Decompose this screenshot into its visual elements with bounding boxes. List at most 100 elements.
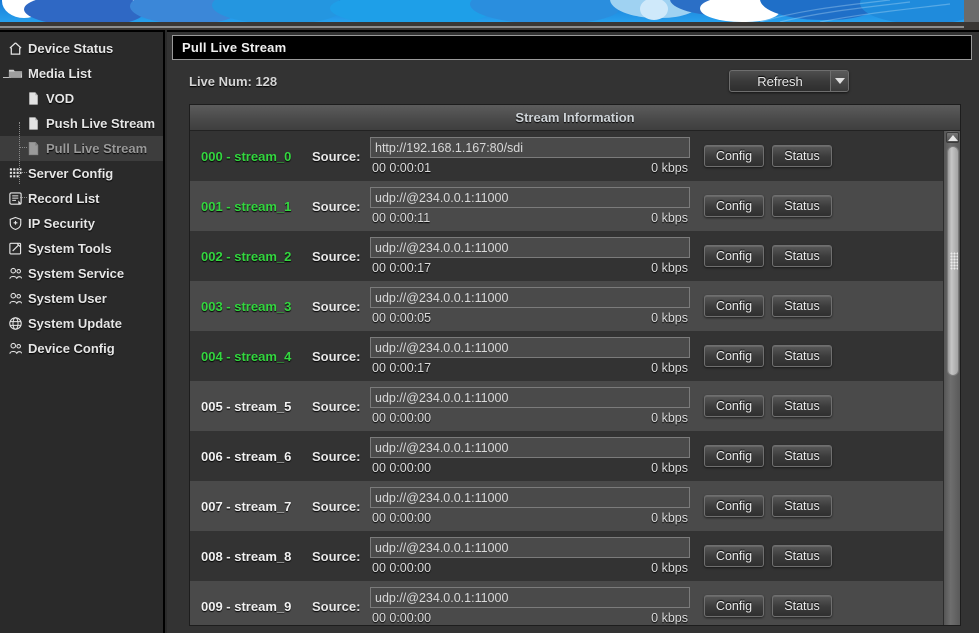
sidebar-item-media-list[interactable]: Media List xyxy=(0,61,163,86)
refresh-control[interactable]: Refresh xyxy=(729,70,849,92)
row-actions: Config Status xyxy=(696,195,846,217)
source-input[interactable]: udp://@234.0.0.1:11000 xyxy=(370,287,690,308)
table-row: 008 - stream_8Source:udp://@234.0.0.1:11… xyxy=(190,531,945,581)
config-button[interactable]: Config xyxy=(704,145,764,167)
bitrate-label: 0 kbps xyxy=(651,561,688,575)
config-button[interactable]: Config xyxy=(704,595,764,617)
sidebar-item-label: System Tools xyxy=(28,241,112,256)
source-label: Source: xyxy=(312,549,370,564)
stream-meta: 00 0:00:000 kbps xyxy=(370,461,690,475)
uptime-label: 00 0:00:00 xyxy=(372,461,431,475)
sidebar-item-record-list[interactable]: Record List xyxy=(0,186,163,211)
table-row: 009 - stream_9Source:udp://@234.0.0.1:11… xyxy=(190,581,945,626)
row-actions: Config Status xyxy=(696,295,846,317)
row-actions: Config Status xyxy=(696,345,846,367)
sidebar-item-server-config[interactable]: Server Config xyxy=(0,161,163,186)
source-input[interactable]: udp://@234.0.0.1:11000 xyxy=(370,437,690,458)
sidebar-item-device-status[interactable]: Device Status xyxy=(0,36,163,61)
sidebar-item-system-update[interactable]: System Update xyxy=(0,311,163,336)
source-label: Source: xyxy=(312,349,370,364)
table-row: 005 - stream_5Source:udp://@234.0.0.1:11… xyxy=(190,381,945,431)
status-button[interactable]: Status xyxy=(772,595,832,617)
sidebar-item-label: IP Security xyxy=(28,216,95,231)
config-button[interactable]: Config xyxy=(704,395,764,417)
chevron-down-icon xyxy=(835,78,845,84)
status-button[interactable]: Status xyxy=(772,245,832,267)
source-input[interactable]: udp://@234.0.0.1:11000 xyxy=(370,487,690,508)
file-icon xyxy=(26,141,41,156)
status-button[interactable]: Status xyxy=(772,345,832,367)
table-vertical-scrollbar[interactable] xyxy=(943,131,960,626)
sidebar-item-ip-security[interactable]: IP Security xyxy=(0,211,163,236)
sidebar-item-push-live-stream[interactable]: Push Live Stream xyxy=(0,111,163,136)
stream-meta: 00 0:00:170 kbps xyxy=(370,261,690,275)
status-button[interactable]: Status xyxy=(772,295,832,317)
scroll-up-button[interactable] xyxy=(946,132,959,143)
sidebar-item-vod[interactable]: VOD xyxy=(0,86,163,111)
config-button[interactable]: Config xyxy=(704,545,764,567)
table-row: 000 - stream_0Source:http://192.168.1.16… xyxy=(190,131,945,181)
table-rows-viewport: 000 - stream_0Source:http://192.168.1.16… xyxy=(190,131,960,626)
refresh-dropdown-button[interactable] xyxy=(830,71,848,91)
source-input[interactable]: udp://@234.0.0.1:11000 xyxy=(370,237,690,258)
table-row: 002 - stream_2Source:udp://@234.0.0.1:11… xyxy=(190,231,945,281)
status-button[interactable]: Status xyxy=(772,445,832,467)
source-input[interactable]: udp://@234.0.0.1:11000 xyxy=(370,337,690,358)
config-button[interactable]: Config xyxy=(704,495,764,517)
config-button[interactable]: Config xyxy=(704,245,764,267)
sidebar-item-label: Record List xyxy=(28,191,100,206)
refresh-button[interactable]: Refresh xyxy=(730,71,830,91)
config-button[interactable]: Config xyxy=(704,445,764,467)
config-button[interactable]: Config xyxy=(704,345,764,367)
grid-icon xyxy=(8,166,23,181)
sidebar-item-label: Push Live Stream xyxy=(46,116,155,131)
status-button[interactable]: Status xyxy=(772,145,832,167)
status-button[interactable]: Status xyxy=(772,195,832,217)
source-input[interactable]: udp://@234.0.0.1:11000 xyxy=(370,587,690,608)
table-row: 004 - stream_4Source:udp://@234.0.0.1:11… xyxy=(190,331,945,381)
sidebar-item-label: System Update xyxy=(28,316,122,331)
status-button[interactable]: Status xyxy=(772,495,832,517)
banner-lines-icon xyxy=(760,0,960,22)
source-input[interactable]: http://192.168.1.167:80/sdi xyxy=(370,137,690,158)
sidebar-item-label: VOD xyxy=(46,91,74,106)
sidebar-item-pull-live-stream[interactable]: Pull Live Stream xyxy=(0,136,163,161)
uptime-label: 00 0:00:05 xyxy=(372,311,431,325)
source-label: Source: xyxy=(312,199,370,214)
home-icon xyxy=(8,41,23,56)
sidebar-item-device-config[interactable]: Device Config xyxy=(0,336,163,361)
stream-meta: 00 0:00:010 kbps xyxy=(370,161,690,175)
source-input[interactable]: udp://@234.0.0.1:11000 xyxy=(370,387,690,408)
uptime-label: 00 0:00:17 xyxy=(372,261,431,275)
scrollbar-thumb[interactable] xyxy=(947,146,959,376)
config-button[interactable]: Config xyxy=(704,195,764,217)
top-banner xyxy=(0,0,964,22)
sidebar-item-system-service[interactable]: System Service xyxy=(0,261,163,286)
stream-meta: 00 0:00:110 kbps xyxy=(370,211,690,225)
banner-highlight xyxy=(0,26,964,28)
stream-meta: 00 0:00:050 kbps xyxy=(370,311,690,325)
source-column: udp://@234.0.0.1:11000 00 0:00:110 kbps xyxy=(370,187,696,225)
page-scroll-rail[interactable] xyxy=(964,0,979,22)
sidebar-item-label: Server Config xyxy=(28,166,113,181)
status-button[interactable]: Status xyxy=(772,395,832,417)
stream-name-label: 001 - stream_1 xyxy=(190,199,312,214)
sidebar: Device Status Media List VOD Push Live S… xyxy=(0,30,165,633)
stream-meta: 00 0:00:000 kbps xyxy=(370,561,690,575)
status-button[interactable]: Status xyxy=(772,545,832,567)
source-input[interactable]: udp://@234.0.0.1:11000 xyxy=(370,187,690,208)
config-button[interactable]: Config xyxy=(704,295,764,317)
sidebar-item-label: Pull Live Stream xyxy=(46,141,147,156)
stream-meta: 00 0:00:000 kbps xyxy=(370,411,690,425)
stream-meta: 00 0:00:000 kbps xyxy=(370,611,690,625)
sidebar-item-system-user[interactable]: System User xyxy=(0,286,163,311)
source-label: Source: xyxy=(312,299,370,314)
table-header: Stream Information xyxy=(190,105,960,131)
stream-name-label: 002 - stream_2 xyxy=(190,249,312,264)
sidebar-item-label: System Service xyxy=(28,266,124,281)
banner-blob xyxy=(24,0,144,22)
bitrate-label: 0 kbps xyxy=(651,511,688,525)
source-input[interactable]: udp://@234.0.0.1:11000 xyxy=(370,537,690,558)
source-column: udp://@234.0.0.1:1100000 0:00:000 kbps xyxy=(370,487,696,525)
sidebar-item-system-tools[interactable]: System Tools xyxy=(0,236,163,261)
